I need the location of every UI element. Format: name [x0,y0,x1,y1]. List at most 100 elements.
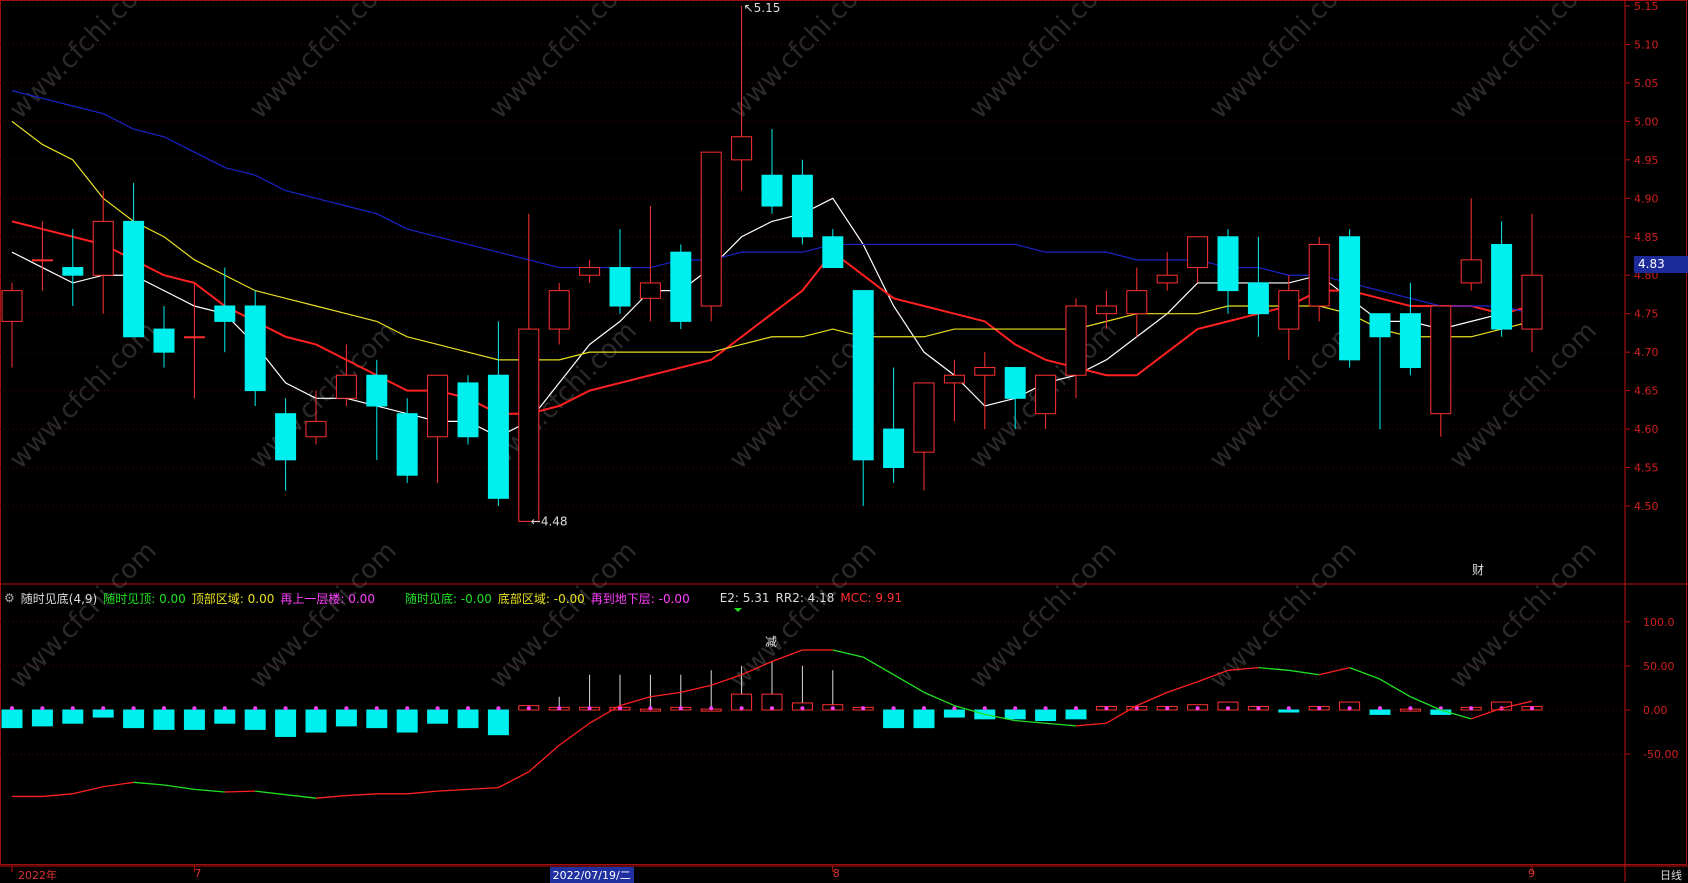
watermark-text: www.cfchi.com [4,316,163,475]
indicator-dot [739,706,744,711]
indicator-dot [952,706,957,711]
price-tick-label: 4.75 [1634,308,1659,321]
price-tick-label: 4.85 [1634,231,1659,244]
indicator-legend-item: RR2: 4.18 [775,591,835,605]
low-price-label: ←4.48 [531,514,568,528]
time-axis-label: 7 [194,867,202,880]
candle-body [1308,243,1330,307]
watermark-text: www.cfchi.com [4,0,163,125]
indicator-dot [557,706,562,711]
indicator-tick-label: 0.00 [1643,704,1668,717]
price-tick-label: 5.00 [1634,115,1659,128]
indicator-legend-item: 再到地下层: -0.00 [590,591,690,606]
indicator-bar [62,709,84,724]
indicator-dot [1013,706,1018,711]
indicator-dot [861,706,866,711]
candle-body [1065,305,1087,376]
indicator-line-segment [346,793,377,797]
indicator-bar [457,709,479,729]
indicator-marker-arrow [734,608,742,612]
candle-body [123,220,145,338]
watermark-text: www.cfchi.com [1444,0,1603,125]
candle-body [214,305,236,322]
indicator-legend-item: MCC: 9.91 [840,591,903,605]
indicator-dot [1226,706,1230,711]
indicator-dot [131,706,136,711]
indicator-line-segment [224,790,256,793]
candle-body [883,428,905,469]
indicator-legend-item: E2: 5.31 [719,591,770,605]
candle-body [1187,236,1209,269]
indicator-dot [466,706,470,711]
candle-body [275,413,297,461]
indicator-line-segment [1349,667,1381,680]
indicator-dot [1530,706,1534,711]
indicator-bar [1369,709,1391,715]
candle-body [31,259,53,262]
indicator-bar [1035,709,1057,722]
indicator-dot [982,706,987,711]
indicator-line-segment [255,790,286,796]
period-label[interactable]: 日线 [1660,867,1682,883]
indicator-line-segment [893,674,925,693]
indicator-dot [1074,706,1078,711]
candle-body [548,290,570,330]
price-tick-label: 4.90 [1634,192,1659,205]
indicator-name[interactable]: 随时见底(4,9) [21,590,97,607]
indicator-dot [587,706,592,711]
watermark-text: www.cfchi.com [964,536,1123,695]
indicator-bar [427,709,449,724]
indicator-bar [913,709,935,729]
indicator-dot [830,706,835,711]
indicator-line-segment [650,691,681,698]
candle-body [62,267,84,276]
indicator-dot [374,706,379,711]
indicator-legend-item: 顶部区域: 0.00 [191,591,275,606]
time-axis-label: 2022年 [18,869,57,882]
indicator-line-segment [103,781,134,788]
candle-body [335,374,357,399]
candle-body [1035,374,1057,415]
watermark-text: www.cfchi.com [244,0,403,125]
candle-body [1460,259,1482,284]
indicator-series: 减 [1,608,1543,799]
candle-body [609,267,631,307]
indicator-line-segment [528,744,560,773]
indicator-bar [153,709,175,730]
candle-body [305,420,327,438]
indicator-dot [526,706,531,711]
indicator-line-segment [285,794,317,799]
indicator-bar [123,709,145,729]
indicator-line-segment [832,649,864,658]
indicator-line-segment [923,691,955,707]
price-tick-label: 5.05 [1634,77,1659,90]
indicator-bar [244,709,266,730]
outer-frame [0,0,1687,865]
earnings-event-label: 财 [1472,563,1484,577]
indicator-bar [366,709,388,729]
indicator-line-segment [133,781,165,786]
price-tick-label: 5.15 [1634,0,1659,13]
indicator-bar [883,709,905,729]
indicator-bar [92,709,114,718]
candle-body [1491,243,1513,330]
indicator-dot [40,706,45,711]
indicator-tick-label: 50.00 [1643,660,1675,673]
candle-body [1430,305,1452,415]
indicator-legend-item: 底部区域: -0.00 [497,591,585,606]
indicator-dot [1469,706,1474,711]
settings-gear-icon[interactable]: ⚙ [4,591,15,605]
indicator-line-segment [498,771,530,789]
indicator-annotation: 减 [765,635,777,649]
time-axis-label: 9 [1528,867,1535,880]
indicator-dot [678,706,683,711]
indicator-dot [283,706,288,711]
indicator-line-segment [1136,691,1168,707]
indicator-bar [1278,709,1300,713]
indicator-dot [1317,706,1322,711]
indicator-dot [800,706,805,711]
candle-body [913,382,935,453]
indicator-dot [192,706,197,711]
current-price-box: 4.83 [1634,256,1688,273]
indicator-line-segment [315,794,347,799]
